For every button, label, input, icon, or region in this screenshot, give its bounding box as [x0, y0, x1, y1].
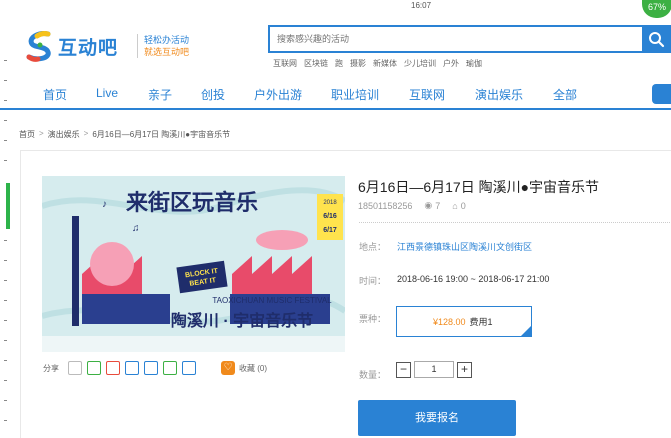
- twitter-share-icon[interactable]: [144, 361, 158, 375]
- nav-outdoor[interactable]: 户外出游: [254, 86, 302, 103]
- time-label: 时间：: [359, 276, 387, 286]
- nav-home[interactable]: 首页: [43, 86, 67, 103]
- poster-festival-en: TAOXICHUAN MUSIC FESTIVAL: [212, 296, 332, 305]
- top-strip: 16:07: [0, 0, 671, 20]
- hot-tags: 互联网 区块链 跑 摄影 新媒体 少儿培训 户外 瑜伽: [273, 58, 489, 69]
- like-count: ⌂ 0: [452, 200, 466, 211]
- breadcrumb-current: 6月16日—6月17日 陶溪川●宇宙音乐节: [92, 130, 231, 139]
- weibo-share-icon[interactable]: [106, 361, 120, 375]
- hot-tag[interactable]: 新媒体: [373, 58, 397, 69]
- breadcrumb-category[interactable]: 演出娱乐: [48, 129, 80, 140]
- nav-startup[interactable]: 创投: [201, 86, 225, 103]
- organizer-phone: 18501158256: [358, 200, 413, 211]
- poster-year: 2018: [323, 200, 337, 206]
- poster-date-2: 6/17: [323, 227, 337, 234]
- thumb-icon: ⌂: [452, 200, 458, 211]
- poster-festival-cn: 陶溪川 · 宇宙音乐节: [171, 311, 313, 330]
- favorite-button[interactable]: ♡ 收藏 (0): [221, 361, 267, 375]
- nav-live[interactable]: Live: [96, 86, 118, 100]
- search-box: [268, 25, 671, 53]
- logo-text: 互动吧: [58, 37, 119, 59]
- search-input[interactable]: [270, 27, 644, 51]
- search-icon: [649, 32, 665, 48]
- wechat-share-icon[interactable]: [87, 361, 101, 375]
- main-nav: 首页 Live 亲子 创投 户外出游 职业培训 互联网 演出娱乐 全部: [0, 78, 671, 110]
- slogan-line-2: 就选互动吧: [144, 47, 190, 57]
- time-value: 2018-06-16 19:00 ~ 2018-06-17 21:00: [397, 274, 550, 284]
- poster-headline: 来街区玩音乐: [125, 190, 258, 215]
- quantity-label: 数量：: [359, 370, 387, 380]
- hot-tag[interactable]: 少儿培训: [404, 58, 436, 69]
- share-bar: 分享 ♡ 收藏 (0): [43, 361, 267, 375]
- renren-share-icon[interactable]: [182, 361, 196, 375]
- quantity-stepper: − 1 +: [396, 361, 472, 378]
- strip-time: 16:07: [411, 1, 432, 10]
- side-chat-icon[interactable]: [652, 84, 671, 104]
- ticket-name: 费用1: [469, 317, 493, 327]
- ticket-price: ¥128.00: [433, 316, 466, 327]
- search-button[interactable]: [642, 27, 670, 51]
- favorite-label: 收藏 (0): [239, 363, 267, 373]
- music-note-icon: ♫: [132, 223, 140, 234]
- quantity-input[interactable]: 1: [414, 361, 454, 378]
- breadcrumb-home[interactable]: 首页: [19, 129, 35, 140]
- nav-all[interactable]: 全部: [553, 86, 577, 103]
- plus-button[interactable]: +: [457, 361, 472, 378]
- slogan-line-1: 轻松办活动: [144, 35, 190, 45]
- event-meta: 18501158256 ◉ 7 ⌂ 0: [358, 200, 466, 211]
- view-count: ◉ 7: [424, 200, 441, 211]
- event-poster[interactable]: BLOCK IT BEAT IT 来街区玩音乐 2018 6/16 6/17 T…: [42, 176, 345, 352]
- poster-date-1: 6/16: [323, 213, 337, 220]
- heart-icon: ♡: [221, 361, 235, 375]
- minus-button[interactable]: −: [396, 361, 411, 378]
- signup-button[interactable]: 我要报名: [358, 400, 516, 436]
- hot-tag[interactable]: 瑜伽: [466, 58, 482, 69]
- location-row: 地点： 江西景德镇珠山区陶溪川文创街区: [359, 240, 532, 253]
- location-label: 地点：: [359, 242, 387, 252]
- ticket-row: 票种：: [359, 312, 397, 325]
- nav-entertainment[interactable]: 演出娱乐: [475, 86, 523, 103]
- side-indicator: [6, 183, 10, 229]
- douban-share-icon[interactable]: [163, 361, 177, 375]
- location-value[interactable]: 江西景德镇珠山区陶溪川文创街区: [397, 240, 532, 253]
- facebook-share-icon[interactable]: [125, 361, 139, 375]
- divider: [359, 222, 671, 223]
- site-logo[interactable]: 互动吧: [24, 27, 136, 65]
- hot-tag[interactable]: 户外: [443, 58, 459, 69]
- hot-tag[interactable]: 摄影: [350, 58, 366, 69]
- hot-tag[interactable]: 跑: [335, 58, 343, 69]
- share-label: 分享: [43, 363, 59, 373]
- logo-swirl-icon: [24, 30, 54, 62]
- ticket-option[interactable]: ¥128.00 费用1: [396, 306, 532, 337]
- nav-training[interactable]: 职业培训: [331, 86, 379, 103]
- ticket-label: 票种：: [359, 314, 387, 324]
- time-row: 时间： 2018-06-16 19:00 ~ 2018-06-17 21:00: [359, 274, 549, 287]
- qzone-share-icon[interactable]: [68, 361, 82, 375]
- nav-internet[interactable]: 互联网: [409, 86, 445, 103]
- music-note-icon: ♪: [102, 199, 107, 210]
- selected-check-icon: [520, 325, 532, 337]
- hot-tag[interactable]: 区块链: [304, 58, 328, 69]
- slogan: 轻松办活动 就选互动吧: [137, 34, 189, 58]
- nav-family[interactable]: 亲子: [148, 86, 172, 103]
- breadcrumb: 首页 > 演出娱乐 > 6月16日—6月17日 陶溪川●宇宙音乐节: [19, 129, 231, 140]
- eye-icon: ◉: [424, 200, 433, 210]
- hot-tag[interactable]: 互联网: [273, 58, 297, 69]
- event-title: 6月16日—6月17日 陶溪川●宇宙音乐节: [358, 179, 600, 195]
